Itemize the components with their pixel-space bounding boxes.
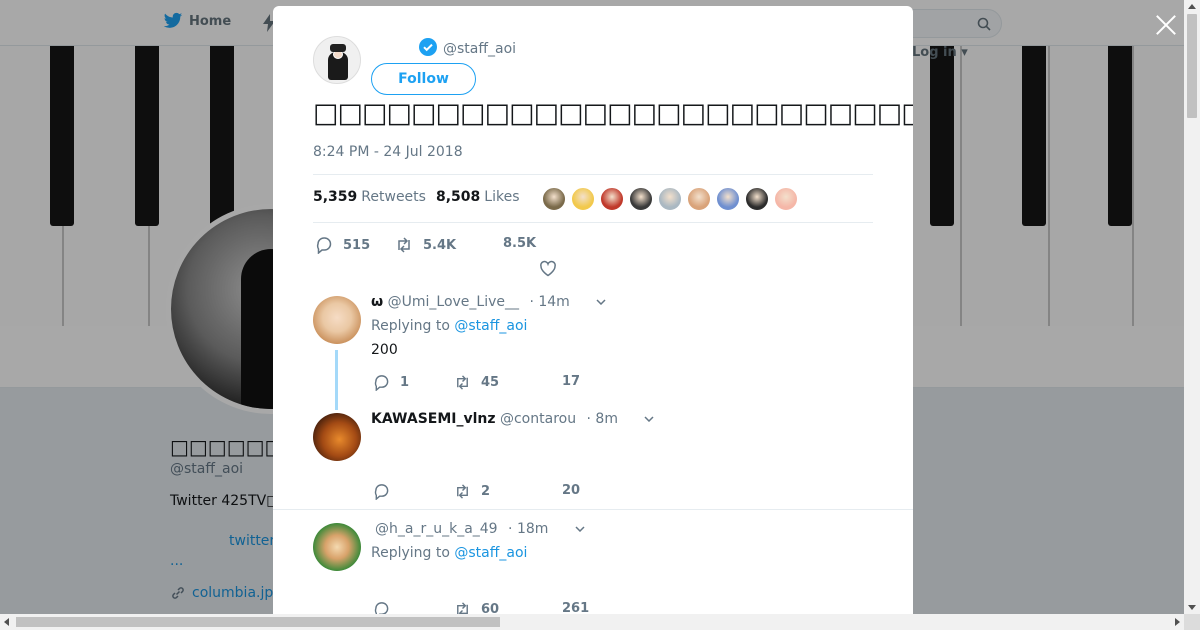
reply-avatar[interactable] [313,523,361,571]
tweet-author-avatar[interactable] [313,36,361,84]
reply-header: KAWASEMI_vlnz @contarou · 8m [371,411,654,427]
chevron-down-icon[interactable] [575,526,585,532]
scrollbar-corner [1184,614,1200,630]
retweet-action[interactable]: 45 [454,374,499,391]
reply-action[interactable]: 1 [373,374,409,391]
tweet-text: □□□□□□□□□□□□□□□□□□□□□□□□□□□□□□□□□□□□□□□□… [313,98,913,129]
retweet-action[interactable]: 2 [454,483,490,500]
tweet-stats: 5,359 Retweets 8,508 Likes [313,174,873,223]
reply-avatar[interactable] [313,296,361,344]
reply-header: @h_a_r_u_k_a_49 · 18m [371,521,585,537]
like-count[interactable]: 17 [562,374,580,389]
liker-avatar[interactable] [658,187,682,211]
like-count[interactable]: 261 [562,601,589,614]
liker-avatar[interactable] [687,187,711,211]
heart-icon[interactable] [539,260,557,278]
liker-avatar[interactable] [600,187,624,211]
scrollbar-thumb[interactable] [1187,14,1197,118]
follow-button[interactable]: Follow [371,63,476,95]
retweet-icon [457,484,468,499]
vertical-scrollbar[interactable] [1184,0,1200,614]
tweet-modal: @staff_aoi Follow □□□□□□□□□□□□□□□□□□□□□□… [273,6,913,614]
scroll-left-icon[interactable] [4,618,9,626]
reply-icon [316,237,332,254]
retweet-icon [457,375,468,390]
liker-avatar[interactable] [774,187,798,211]
chevron-down-icon[interactable] [644,416,654,422]
liker-avatar[interactable] [745,187,769,211]
horizontal-scrollbar[interactable] [0,614,1184,630]
reply-text: 200 [371,342,398,358]
tweet-author-handle[interactable]: @staff_aoi [443,41,516,57]
liker-avatar[interactable] [629,187,653,211]
close-icon[interactable] [1153,12,1179,38]
divider [273,509,913,510]
verified-icon [419,38,437,56]
scroll-right-icon[interactable] [1175,618,1180,626]
like-count: 8.5K [503,236,537,251]
likers-avatars [542,187,798,211]
reply-icon [374,375,389,391]
likes-stat[interactable]: 8,508 Likes [436,189,520,205]
like-count[interactable]: 20 [562,483,580,498]
scrollbar-thumb[interactable] [16,617,500,627]
retweet-action[interactable]: 5.4K [395,236,456,254]
liker-avatar[interactable] [571,187,595,211]
reply-action[interactable] [373,601,400,614]
tweet-timestamp[interactable]: 8:24 PM - 24 Jul 2018 [313,144,463,160]
chevron-down-icon[interactable] [596,299,606,305]
replying-to: Replying to @staff_aoi [371,545,528,561]
tweet-actions: 515 5.4K 8.5K [313,232,873,277]
reply-icon [374,602,389,614]
scroll-down-icon[interactable] [1188,605,1196,610]
replying-to: Replying to @staff_aoi [371,318,528,334]
retweet-action[interactable]: 60 [454,601,499,614]
retweet-icon [398,237,410,253]
thread-line [335,350,338,410]
liker-avatar[interactable] [716,187,740,211]
retweet-stat[interactable]: 5,359 Retweets [313,189,426,205]
scroll-up-icon[interactable] [1188,4,1196,9]
reply-action[interactable]: 515 [315,236,370,254]
reply-action[interactable] [373,483,400,500]
reply-avatar[interactable] [313,413,361,461]
reply-header: ω @Umi_Love_Live__ · 14m [371,294,606,310]
liker-avatar[interactable] [542,187,566,211]
retweet-icon [457,602,468,614]
reply-icon [374,484,389,500]
